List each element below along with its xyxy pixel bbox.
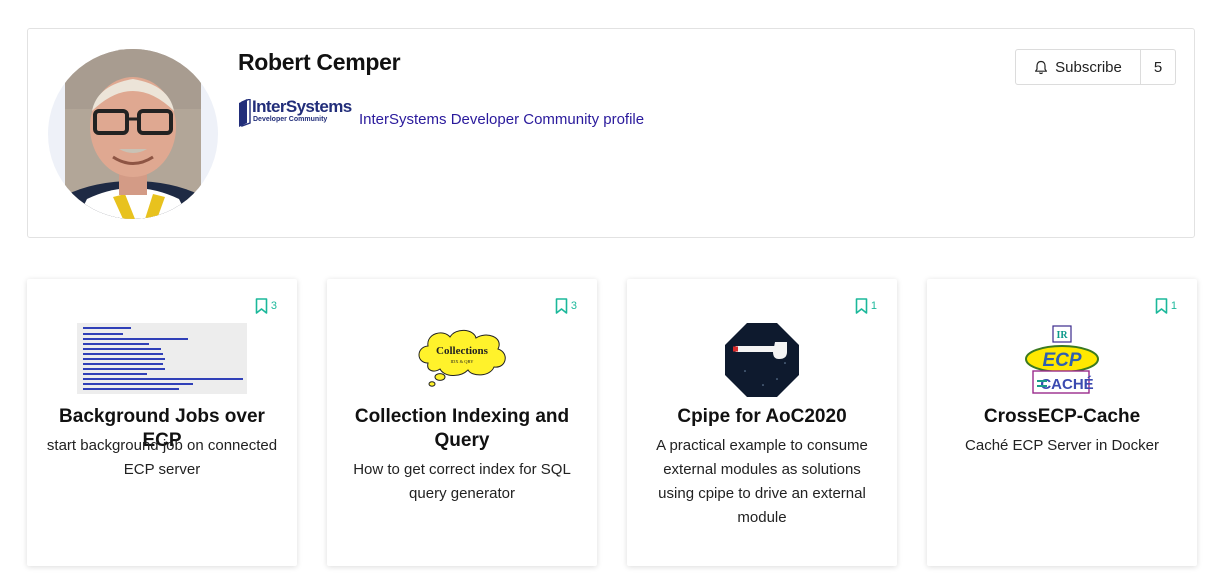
profile-photo xyxy=(65,49,201,219)
app-card[interactable]: 1 IR ECP CACHÉ CrossECP-Cache Caché ECP … xyxy=(927,279,1197,566)
profile-name: Robert Cemper xyxy=(238,49,401,75)
bookmark-count: 3 xyxy=(270,300,277,312)
bookmark-icon xyxy=(1155,298,1168,314)
profile-card: Robert Cemper InterSystems Developer Com… xyxy=(27,28,1195,238)
ecp-cache-logo-image: IR ECP CACHÉ xyxy=(1025,325,1099,394)
collections-image-text: Collections xyxy=(436,345,489,357)
intersystems-logo-mark-icon xyxy=(239,99,251,127)
avatar xyxy=(48,49,218,219)
logo-brand-text: InterSystems xyxy=(252,97,352,116)
bookmark-button[interactable]: 1 xyxy=(855,298,877,314)
app-description: Caché ECP Server in Docker xyxy=(965,437,1159,454)
bookmark-button[interactable]: 1 xyxy=(1155,298,1177,314)
app-title: Cpipe for AoC2020 xyxy=(677,406,847,427)
ecp-logo-bottom-text: CACHÉ xyxy=(1040,376,1093,393)
app-description: How to get correct index for SQL query g… xyxy=(353,461,571,502)
app-description: A practical example to consume external … xyxy=(656,437,868,526)
app-title: CrossECP-Cache xyxy=(983,406,1141,427)
ecp-logo-mid-text: ECP xyxy=(1042,350,1081,371)
bookmark-count: 1 xyxy=(870,300,877,312)
subscribe-button[interactable]: Subscribe xyxy=(1016,50,1141,84)
app-card[interactable]: 3 Background Jobs over ECP start backgro… xyxy=(27,279,297,566)
collections-cloud-image: Collections IDX & QRY xyxy=(418,329,506,387)
subscribe-control: Subscribe 5 xyxy=(1015,49,1176,85)
bookmark-icon xyxy=(555,298,568,314)
pipe-octagon-image xyxy=(725,323,799,397)
bookmark-button[interactable]: 3 xyxy=(255,298,277,314)
code-screenshot-image xyxy=(77,323,247,394)
bookmark-count: 3 xyxy=(570,300,577,312)
logo-sub-text: Developer Community xyxy=(253,116,328,123)
bell-icon xyxy=(1035,60,1048,74)
app-description: start background job on connected ECP se… xyxy=(46,437,278,478)
bookmark-count: 1 xyxy=(1170,300,1177,312)
bookmark-icon xyxy=(255,298,268,314)
ecp-logo-top-text: IR xyxy=(1056,330,1068,341)
subscriber-count: 5 xyxy=(1153,58,1163,76)
subscribe-label: Subscribe xyxy=(1055,58,1122,76)
developer-community-profile-link[interactable]: InterSystems Developer Community profile xyxy=(359,111,644,128)
bookmark-button[interactable]: 3 xyxy=(555,298,577,314)
app-card[interactable]: 3 Collections IDX & QRY Collection Index… xyxy=(327,279,597,566)
app-title: Collection Indexing and Query xyxy=(354,406,570,451)
bookmark-icon xyxy=(855,298,868,314)
intersystems-logo: InterSystems Developer Community xyxy=(238,97,354,127)
collections-image-subtext: IDX & QRY xyxy=(450,359,474,364)
app-card[interactable]: 1 Cpipe for AoC2020 A practical example … xyxy=(627,279,897,566)
